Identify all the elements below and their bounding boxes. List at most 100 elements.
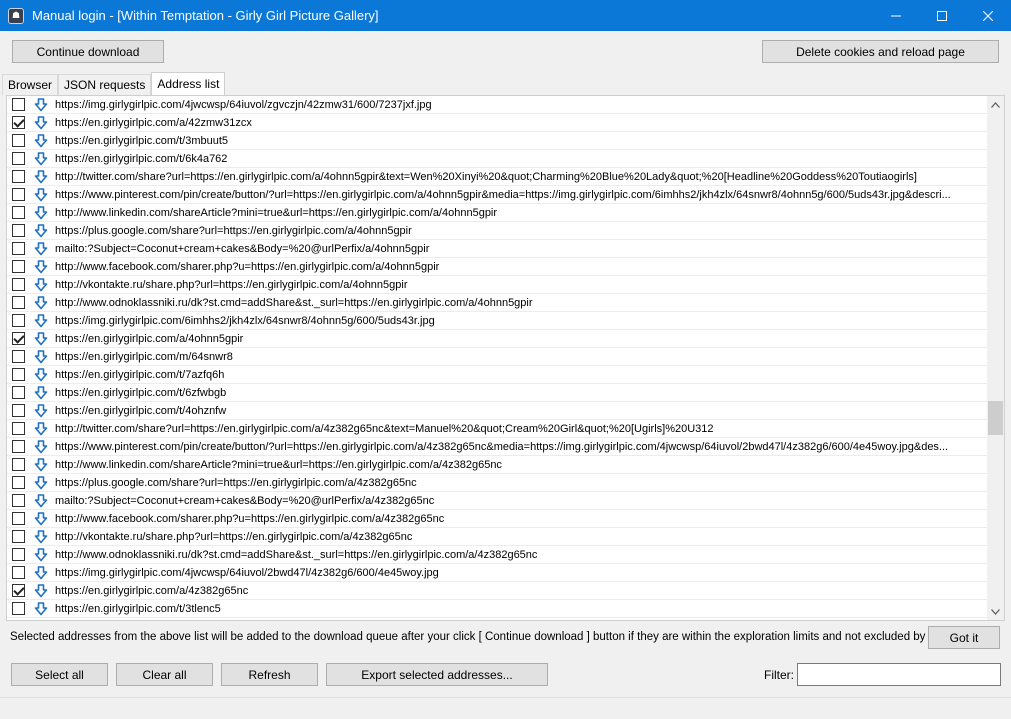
vertical-scrollbar[interactable] (987, 96, 1004, 620)
address-checkbox[interactable] (12, 440, 25, 453)
scrollbar-thumb[interactable] (988, 401, 1003, 435)
address-row[interactable]: https://en.girlygirlpic.com/t/3tlenc5 (7, 600, 987, 618)
address-row[interactable]: http://www.linkedin.com/shareArticle?min… (7, 456, 987, 474)
address-checkbox[interactable] (12, 206, 25, 219)
address-row[interactable]: https://en.girlygirlpic.com/t/6zfwbgb (7, 384, 987, 402)
address-row[interactable]: https://en.girlygirlpic.com/a/4ohnn5gpir (7, 330, 987, 348)
app-logo-icon: ☗ (8, 7, 24, 24)
address-checkbox[interactable] (12, 476, 25, 489)
address-checkbox[interactable] (12, 260, 25, 273)
address-checkbox[interactable] (12, 278, 25, 291)
address-row[interactable]: https://img.girlygirlpic.com/4jwcwsp/64i… (7, 564, 987, 582)
address-url: mailto:?Subject=Coconut+cream+cakes&Body… (55, 494, 435, 507)
delete-cookies-reload-button[interactable]: Delete cookies and reload page (762, 40, 999, 63)
address-checkbox[interactable] (12, 224, 25, 237)
address-list[interactable]: https://img.girlygirlpic.com/4jwcwsp/64i… (6, 95, 1005, 621)
address-url: https://en.girlygirlpic.com/t/6zfwbgb (55, 386, 227, 399)
address-row[interactable]: https://en.girlygirlpic.com/t/6k4a762 (7, 150, 987, 168)
address-checkbox[interactable] (12, 530, 25, 543)
address-checkbox[interactable] (12, 458, 25, 471)
tab-address-list[interactable]: Address list (151, 72, 226, 95)
address-row[interactable]: https://www.pinterest.com/pin/create/but… (7, 438, 987, 456)
address-row[interactable]: http://twitter.com/share?url=https://en.… (7, 420, 987, 438)
address-row[interactable]: mailto:?Subject=Coconut+cream+cakes&Body… (7, 240, 987, 258)
address-row[interactable]: http://twitter.com/share?url=https://en.… (7, 168, 987, 186)
address-checkbox[interactable] (12, 296, 25, 309)
address-row[interactable]: https://plus.google.com/share?url=https:… (7, 474, 987, 492)
tab-strip: Browser JSON requests Address list (2, 72, 226, 95)
download-arrow-icon (33, 529, 49, 544)
address-row[interactable]: https://en.girlygirlpic.com/m/64snwr8 (7, 348, 987, 366)
download-arrow-icon (33, 457, 49, 472)
select-all-button[interactable]: Select all (11, 663, 108, 686)
address-url: http://www.linkedin.com/shareArticle?min… (55, 206, 498, 219)
address-row[interactable]: https://img.girlygirlpic.com/6imhhs2/jkh… (7, 312, 987, 330)
address-checkbox[interactable] (12, 404, 25, 417)
address-checkbox[interactable] (12, 350, 25, 363)
address-checkbox[interactable] (12, 584, 25, 597)
scroll-down-icon[interactable] (987, 603, 1004, 620)
download-arrow-icon (33, 475, 49, 490)
address-checkbox[interactable] (12, 314, 25, 327)
refresh-button[interactable]: Refresh (221, 663, 318, 686)
address-row[interactable]: https://www.pinterest.com/pin/create/but… (7, 186, 987, 204)
address-checkbox[interactable] (12, 134, 25, 147)
address-checkbox[interactable] (12, 116, 25, 129)
address-checkbox[interactable] (12, 242, 25, 255)
continue-download-button[interactable]: Continue download (12, 40, 164, 63)
address-row[interactable]: http://www.facebook.com/sharer.php?u=htt… (7, 258, 987, 276)
minimize-button[interactable] (873, 0, 919, 31)
address-checkbox[interactable] (12, 98, 25, 111)
maximize-button[interactable] (919, 0, 965, 31)
download-arrow-icon (33, 385, 49, 400)
download-arrow-icon (33, 151, 49, 166)
address-rows: https://img.girlygirlpic.com/4jwcwsp/64i… (7, 96, 987, 620)
address-row[interactable]: https://en.girlygirlpic.com/a/42zmw31zcx (7, 114, 987, 132)
address-checkbox[interactable] (12, 566, 25, 579)
title-bar: ☗ Manual login - [Within Temptation - Gi… (0, 0, 1011, 31)
address-row[interactable]: https://en.girlygirlpic.com/t/7azfq6h (7, 366, 987, 384)
address-checkbox[interactable] (12, 152, 25, 165)
address-row[interactable]: mailto:?Subject=Coconut+cream+cakes&Body… (7, 492, 987, 510)
got-it-button[interactable]: Got it (928, 626, 1000, 649)
address-checkbox[interactable] (12, 332, 25, 345)
address-checkbox[interactable] (12, 494, 25, 507)
address-row[interactable]: https://plus.google.com/share?url=https:… (7, 222, 987, 240)
address-row[interactable]: http://www.linkedin.com/shareArticle?min… (7, 204, 987, 222)
address-checkbox[interactable] (12, 188, 25, 201)
address-url: https://en.girlygirlpic.com/m/64snwr8 (55, 350, 233, 363)
address-url: mailto:?Subject=Coconut+cream+cakes&Body… (55, 242, 430, 255)
address-row[interactable]: http://www.facebook.com/sharer.php?u=htt… (7, 510, 987, 528)
address-checkbox[interactable] (12, 368, 25, 381)
clear-all-button[interactable]: Clear all (116, 663, 213, 686)
filter-input[interactable] (797, 663, 1001, 686)
address-row[interactable]: http://vkontakte.ru/share.php?url=https:… (7, 528, 987, 546)
address-checkbox[interactable] (12, 512, 25, 525)
export-selected-button[interactable]: Export selected addresses... (326, 663, 548, 686)
address-url: https://plus.google.com/share?url=https:… (55, 224, 412, 237)
address-checkbox[interactable] (12, 422, 25, 435)
address-url: https://en.girlygirlpic.com/t/3tlenc5 (55, 602, 221, 615)
address-row[interactable]: https://en.girlygirlpic.com/t/4ohznfw (7, 402, 987, 420)
close-icon (983, 10, 993, 21)
scroll-up-icon[interactable] (987, 96, 1004, 113)
download-arrow-icon (33, 349, 49, 364)
address-url: http://www.facebook.com/sharer.php?u=htt… (55, 512, 445, 525)
tab-json-requests[interactable]: JSON requests (58, 74, 152, 95)
address-url: https://www.pinterest.com/pin/create/but… (55, 440, 949, 453)
address-checkbox[interactable] (12, 548, 25, 561)
address-checkbox[interactable] (12, 602, 25, 615)
download-arrow-icon (33, 313, 49, 328)
address-row[interactable]: http://www.odnoklassniki.ru/dk?st.cmd=ad… (7, 294, 987, 312)
address-row[interactable]: http://vkontakte.ru/share.php?url=https:… (7, 276, 987, 294)
address-row[interactable]: http://www.odnoklassniki.ru/dk?st.cmd=ad… (7, 546, 987, 564)
address-checkbox[interactable] (12, 386, 25, 399)
address-row[interactable]: https://en.girlygirlpic.com/t/3mbuut5 (7, 132, 987, 150)
address-url: https://en.girlygirlpic.com/t/4ohznfw (55, 404, 227, 417)
tab-browser[interactable]: Browser (2, 74, 59, 95)
close-button[interactable] (965, 0, 1011, 31)
address-row[interactable]: https://en.girlygirlpic.com/a/4z382g65nc (7, 582, 987, 600)
address-row[interactable]: https://img.girlygirlpic.com/4jwcwsp/64i… (7, 96, 987, 114)
info-message: Selected addresses from the above list w… (10, 631, 957, 643)
address-checkbox[interactable] (12, 170, 25, 183)
